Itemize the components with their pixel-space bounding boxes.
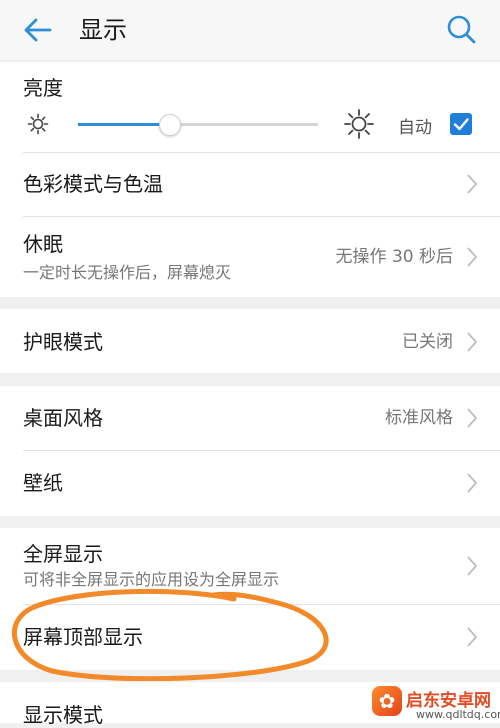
row-value: 标准风格 [385,408,453,428]
row-label: 休眠 [23,232,63,256]
chevron-right-icon [467,408,478,428]
row-value: 已关闭 [402,332,453,352]
chevron-right-icon [467,473,478,493]
row-wallpaper[interactable]: 壁纸 [0,451,500,516]
row-subtitle: 可将非全屏显示的应用设为全屏显示 [23,570,280,589]
row-label: 全屏显示 [23,542,103,566]
row-label: 屏幕顶部显示 [23,625,143,649]
app-bar: 显示 [0,0,500,60]
row-label: 显示模式 [23,703,103,727]
watermark-url: www.qdltdq.com [416,708,500,721]
row-fullscreen[interactable]: 全屏显示 可将非全屏显示的应用设为全屏显示 [0,528,500,604]
chevron-right-icon [467,556,478,576]
watermark-logo-icon: ✿ [372,686,402,716]
row-eye-comfort[interactable]: 护眼模式 已关闭 [0,309,500,373]
site-watermark: ✿ 启东安卓网 www.qdltdq.com [372,684,500,723]
row-label: 护眼模式 [23,330,103,354]
search-icon[interactable] [444,12,478,46]
row-label: 壁纸 [23,471,63,495]
row-color-mode[interactable]: 色彩模式与色温 [0,153,500,216]
row-desktop-style[interactable]: 桌面风格 标准风格 [0,386,500,450]
row-top-screen-display[interactable]: 屏幕顶部显示 [0,605,500,670]
sun-large-icon [344,109,374,139]
back-arrow-icon[interactable] [22,14,54,46]
chevron-right-icon [467,627,478,647]
brightness-label: 亮度 [23,76,63,100]
row-label: 桌面风格 [23,406,103,430]
page-title: 显示 [79,16,127,44]
row-value: 无操作 30 秒后 [335,247,453,267]
checkmark-icon [453,118,469,131]
chevron-right-icon [467,247,478,267]
row-sleep[interactable]: 休眠 一定时长无操作后，屏幕熄灭 无操作 30 秒后 [0,217,500,297]
brightness-slider-fill [78,123,170,126]
sun-small-icon [27,113,49,135]
brightness-slider[interactable] [78,114,318,136]
row-label: 色彩模式与色温 [23,172,163,196]
auto-brightness-label: 自动 [398,118,432,138]
row-subtitle: 一定时长无操作后，屏幕熄灭 [23,263,232,282]
brightness-section: 亮度 [0,62,500,152]
chevron-right-icon [467,332,478,352]
auto-brightness-checkbox[interactable] [450,113,472,135]
chevron-right-icon [467,174,478,194]
